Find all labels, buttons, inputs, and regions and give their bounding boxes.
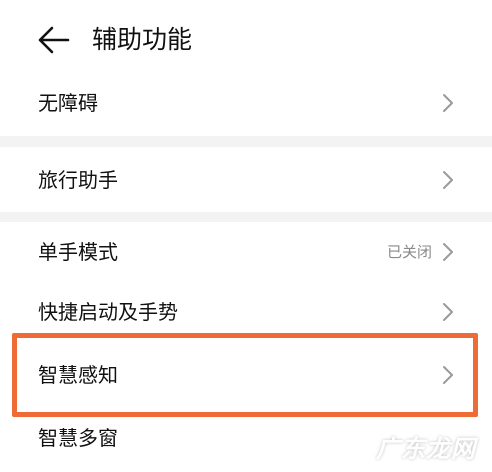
status-value: 已关闭 xyxy=(386,243,432,261)
app-header: 辅助功能 xyxy=(0,0,492,80)
chevron-right-icon xyxy=(443,303,453,321)
watermark: 广东龙网 xyxy=(376,435,476,463)
highlight-box xyxy=(12,333,478,417)
list-item-travel-assistant[interactable]: 旅行助手 xyxy=(0,147,492,212)
chevron-right-icon xyxy=(443,94,453,112)
arrow-left-icon xyxy=(38,26,70,54)
list-item-one-handed-mode[interactable]: 单手模式 已关闭 xyxy=(0,222,492,282)
list-item-label: 快捷启动及手势 xyxy=(38,300,178,324)
settings-card-1: 无障碍 xyxy=(0,70,492,136)
page-title: 辅助功能 xyxy=(92,25,193,54)
chevron-right-icon xyxy=(443,170,453,189)
back-button[interactable] xyxy=(36,24,72,56)
list-item-label: 无障碍 xyxy=(38,91,98,115)
list-item-label: 智慧多窗 xyxy=(38,426,118,450)
list-item-label: 单手模式 xyxy=(38,240,118,264)
settings-card-2: 旅行助手 xyxy=(0,147,492,212)
chevron-right-icon xyxy=(443,243,453,261)
list-item-accessibility[interactable]: 无障碍 xyxy=(0,70,492,136)
list-item-label: 旅行助手 xyxy=(38,167,118,192)
